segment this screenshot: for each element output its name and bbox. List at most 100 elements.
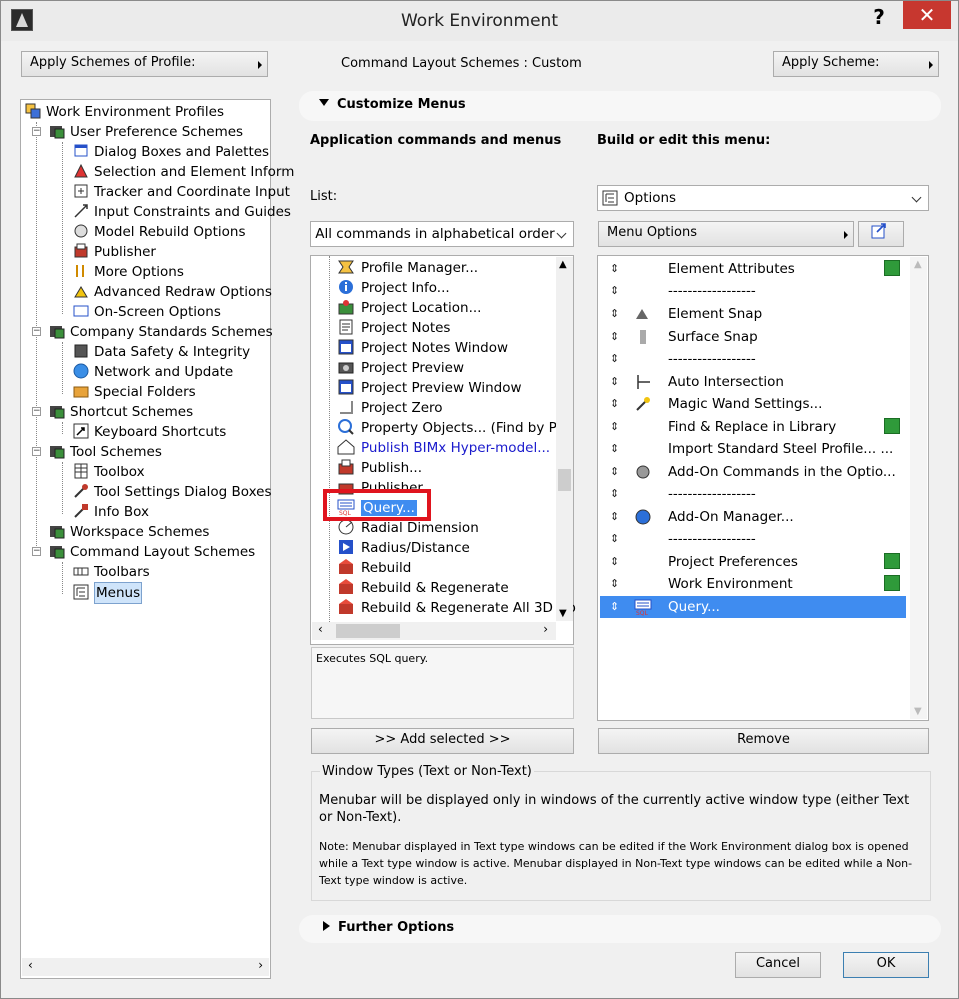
tree-special-folders[interactable]: Special Folders [73, 382, 196, 402]
list-item[interactable]: Project Notes [337, 318, 450, 338]
further-options-header[interactable]: Further Options [299, 915, 941, 943]
drag-handle-icon[interactable]: ⇕ [610, 596, 619, 618]
menu-row[interactable]: ⇕ Add-On Commands in the Optio... [600, 461, 906, 483]
tree-tracker-coordinate[interactable]: Tracker and Coordinate Input [73, 182, 290, 202]
remove-button[interactable]: Remove [598, 728, 929, 754]
list-item[interactable]: Rebuild & Regenerate All 3D Do [337, 598, 576, 618]
menu-row[interactable]: ⇕ Element Snap [600, 303, 906, 325]
list-item[interactable]: Radius/Distance [337, 538, 470, 558]
collapse-icon[interactable]: − [32, 447, 41, 456]
drag-handle-icon[interactable]: ⇕ [610, 371, 619, 393]
drag-handle-icon[interactable]: ⇕ [610, 551, 619, 573]
scroll-up-icon[interactable]: ▲ [559, 259, 567, 270]
tree-dialog-boxes-palettes[interactable]: Dialog Boxes and Palettes [73, 142, 269, 162]
scroll-up-icon[interactable]: ▲ [914, 259, 922, 270]
drag-handle-icon[interactable]: ⇕ [610, 461, 619, 483]
list-item[interactable]: Publish BIMx Hyper-model... [337, 438, 550, 458]
ok-button[interactable]: OK [843, 952, 929, 978]
menu-row[interactable]: ⇕ Surface Snap [600, 326, 906, 348]
tree-user-preference-schemes[interactable]: User Preference Schemes [49, 122, 243, 142]
tree-tool-settings[interactable]: Tool Settings Dialog Boxes [73, 482, 271, 502]
customize-menus-header[interactable]: Customize Menus [299, 91, 941, 121]
help-icon[interactable]: ? [869, 5, 889, 29]
tree-toolbox[interactable]: Toolbox [73, 462, 145, 482]
close-icon[interactable]: ✕ [903, 1, 951, 29]
tree-tool-schemes[interactable]: Tool Schemes [49, 442, 162, 462]
menu-row[interactable]: ⇕ Add-On Manager... [600, 506, 906, 528]
list-item[interactable]: Project Notes Window [337, 338, 508, 358]
list-item[interactable]: Profile Manager... [337, 258, 478, 278]
menu-row[interactable]: ⇕ Element Attributes [600, 258, 906, 280]
list-item[interactable]: Rebuild [337, 558, 411, 578]
tree-keyboard-shortcuts[interactable]: Keyboard Shortcuts [73, 422, 226, 442]
menu-row[interactable]: ⇕ Project Preferences [600, 551, 906, 573]
tree-on-screen-options[interactable]: On-Screen Options [73, 302, 221, 322]
drag-handle-icon[interactable]: ⇕ [610, 416, 619, 438]
drag-handle-icon[interactable]: ⇕ [610, 258, 619, 280]
menu-items-list[interactable]: ⇕ Element Attributes ⇕ ------------------ … [597, 255, 929, 721]
list-item[interactable]: Publish... [337, 458, 422, 478]
tree-data-safety[interactable]: Data Safety & Integrity [73, 342, 250, 362]
menu-row[interactable]: ⇕ ------------------ [600, 483, 906, 505]
scroll-down-icon[interactable]: ▼ [914, 706, 922, 717]
menu-row[interactable]: ⇕ ------------------ [600, 280, 906, 302]
tree-company-standards[interactable]: Company Standards Schemes [49, 322, 273, 342]
list-item[interactable]: Radial Dimension [337, 518, 479, 538]
drag-handle-icon[interactable]: ⇕ [610, 393, 619, 415]
scroll-thumb[interactable] [558, 469, 571, 491]
tree-input-constraints[interactable]: Input Constraints and Guides [73, 202, 291, 222]
drag-handle-icon[interactable]: ⇕ [610, 506, 619, 528]
tree-info-box[interactable]: Info Box [73, 502, 149, 522]
tree-root[interactable]: Work Environment Profiles [25, 102, 224, 122]
scroll-left-icon[interactable]: ‹ [28, 958, 33, 972]
tree-shortcut-schemes[interactable]: Shortcut Schemes [49, 402, 193, 422]
drag-handle-icon[interactable]: ⇕ [610, 348, 619, 370]
tree-publisher[interactable]: Publisher [73, 242, 156, 262]
menu-vscrollbar[interactable]: ▲ ▼ [910, 257, 927, 719]
commands-vscrollbar[interactable]: ▲ ▼ [556, 257, 573, 621]
menu-options-button[interactable]: Menu Options [598, 221, 854, 247]
drag-handle-icon[interactable]: ⇕ [610, 280, 619, 302]
cancel-button[interactable]: Cancel [735, 952, 821, 978]
collapse-icon[interactable]: − [32, 547, 41, 556]
menu-row[interactable]: ⇕ ------------------ [600, 528, 906, 550]
commands-hscrollbar[interactable]: ‹ › [312, 622, 556, 640]
tree-command-layout[interactable]: Command Layout Schemes [49, 542, 255, 562]
add-selected-button[interactable]: >> Add selected >> [311, 728, 574, 754]
commands-list[interactable]: Profile Manager... Project Info... Proje… [310, 255, 576, 645]
tree-toolbars[interactable]: Toolbars [73, 562, 150, 582]
menu-row[interactable]: ⇕ Magic Wand Settings... [600, 393, 906, 415]
collapse-icon[interactable]: − [32, 327, 41, 336]
list-item[interactable]: Property Objects... (Find by Pr [337, 418, 562, 438]
menu-row[interactable]: ⇕ Find & Replace in Library [600, 416, 906, 438]
drag-handle-icon[interactable]: ⇕ [610, 483, 619, 505]
list-item[interactable]: Project Zero [337, 398, 443, 418]
menu-row-selected[interactable]: ⇕ SQL Query... [600, 596, 906, 618]
list-item[interactable]: Project Preview [337, 358, 464, 378]
tree-model-rebuild[interactable]: Model Rebuild Options [73, 222, 245, 242]
scroll-down-icon[interactable]: ▼ [559, 608, 567, 619]
collapse-icon[interactable]: − [32, 127, 41, 136]
menu-row[interactable]: ⇕ Work Environment [600, 573, 906, 595]
menu-row[interactable]: ⇕ Auto Intersection [600, 371, 906, 393]
tree-advanced-redraw[interactable]: Advanced Redraw Options [73, 282, 272, 302]
export-menu-button[interactable] [858, 221, 904, 247]
apply-profile-button[interactable]: Apply Schemes of Profile: [21, 51, 268, 77]
menu-select[interactable]: Options [597, 185, 929, 211]
tree-workspace-schemes[interactable]: Workspace Schemes [49, 522, 209, 542]
scroll-right-icon[interactable]: › [258, 958, 263, 972]
hscroll-thumb[interactable] [336, 624, 400, 638]
drag-handle-icon[interactable]: ⇕ [610, 438, 619, 460]
list-item[interactable]: Project Info... [337, 278, 450, 298]
tree-menus[interactable]: Menus [73, 582, 143, 604]
profiles-tree[interactable]: Work Environment Profiles − User Prefere… [20, 99, 294, 979]
drag-handle-icon[interactable]: ⇕ [610, 528, 619, 550]
tree-more-options[interactable]: More Options [73, 262, 184, 282]
list-select[interactable]: All commands in alphabetical order [310, 221, 574, 247]
collapse-icon[interactable]: − [32, 407, 41, 416]
list-item[interactable]: Rebuild & Regenerate [337, 578, 509, 598]
drag-handle-icon[interactable]: ⇕ [610, 326, 619, 348]
drag-handle-icon[interactable]: ⇕ [610, 303, 619, 325]
scroll-left-icon[interactable]: ‹ [318, 622, 323, 636]
tree-network-update[interactable]: Network and Update [73, 362, 233, 382]
